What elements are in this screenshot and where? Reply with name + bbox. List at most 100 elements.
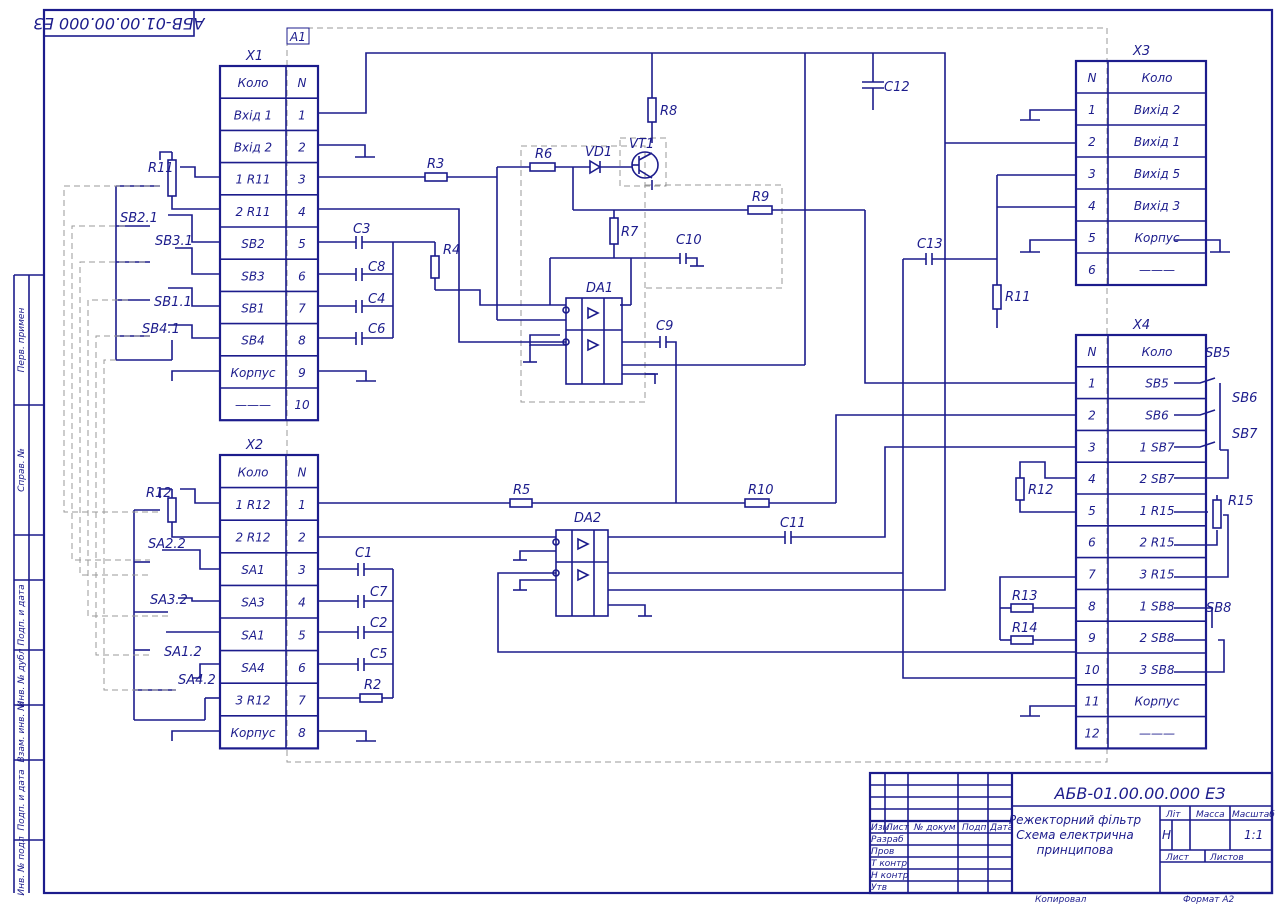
x1-cell: 3 — [298, 173, 306, 187]
strip-label-7: Инв. № подл — [17, 836, 27, 895]
mass-head: Масса — [1196, 810, 1225, 820]
x1-cell: 5 — [298, 237, 306, 251]
x4-cell: Коло — [1142, 345, 1173, 359]
label-r13: R13 — [1012, 589, 1038, 604]
sheet-label: Лист — [1165, 853, 1190, 863]
schematic-sheet: АБВ-01.00.00.000 ЕЗ Перв. примен Справ. … — [13, 8, 1275, 905]
doc-code: АБВ-01.00.00.000 ЕЗ — [1054, 784, 1226, 803]
role-razrab: Разраб — [871, 835, 904, 845]
connector-tables: X1 Коло N Вхід 1 1 Вхід 2 2 1 R11 3 2 R11 4 SB2 5 SB3… — [218, 44, 1208, 750]
x1-cell: 8 — [298, 334, 306, 348]
lit-head: Літ — [1165, 810, 1181, 820]
label-c2: C2 — [370, 616, 387, 631]
x2-title: X2 — [245, 438, 263, 453]
x1-cell: 2 — [298, 141, 306, 155]
x1-cell: Вхід 1 — [234, 108, 272, 122]
x1-cell: N — [298, 76, 307, 90]
label-c9: C9 — [656, 319, 673, 334]
copied-label: Копировал — [1035, 895, 1087, 905]
x4-cell: 2 R15 — [1139, 536, 1174, 550]
x1-cell: SB4 — [241, 334, 264, 348]
x3-cell: Вихід 5 — [1134, 167, 1180, 181]
label-r12: R12 — [146, 486, 172, 501]
x3-title: X3 — [1132, 44, 1150, 59]
label-sb21: SB2.1 — [120, 211, 158, 226]
x4-cell: 6 — [1088, 536, 1096, 550]
x3-cell: Вихід 3 — [1134, 199, 1180, 213]
x3-cell: ——— — [1139, 263, 1175, 277]
doc-name-2: Схема електрична — [1016, 828, 1133, 842]
strip-label-2: Справ. № — [17, 448, 27, 492]
label-c6: C6 — [368, 322, 385, 337]
label-r9: R9 — [752, 190, 769, 205]
x4-cell: 8 — [1088, 599, 1096, 613]
x1-cell: 9 — [298, 366, 306, 380]
x1-cell: SB1 — [241, 302, 264, 316]
x3-cell: 2 — [1088, 135, 1096, 149]
x1-cell: 1 — [298, 108, 306, 122]
format-label: Формат А2 — [1183, 895, 1235, 905]
x3-cell: 1 — [1088, 103, 1096, 117]
resistors — [167, 97, 1222, 703]
x2-cell: SA3 — [241, 596, 264, 610]
label-sa22: SA2.2 — [148, 537, 186, 552]
x3-cell: Коло — [1142, 71, 1173, 85]
da1-opamp — [562, 297, 623, 385]
x2-cell: Коло — [238, 465, 269, 479]
da2-opamp — [552, 529, 609, 617]
da1-enclosure — [520, 145, 646, 403]
title-block: АБВ-01.00.00.000 ЕЗ Режекторний фільтр С… — [868, 771, 1275, 895]
x3-cell: Вихід 2 — [1134, 103, 1180, 117]
label-sb31: SB3.1 — [155, 234, 193, 249]
label-sa42: SA4.2 — [178, 673, 216, 688]
label-sa12: SA1.2 — [164, 645, 202, 660]
x2-cell: 6 — [298, 661, 306, 675]
x3-table: X3 N Коло 1 Вихід 2 2 Вихід 1 3 Вихід 5 4 Вихід 3 5… — [1074, 44, 1208, 287]
label-sb41: SB4.1 — [142, 322, 180, 337]
label-da1: DA1 — [586, 281, 613, 296]
x2-cell: 2 R12 — [235, 531, 270, 545]
label-r7: R7 — [621, 225, 639, 240]
x3-cell: 3 — [1088, 167, 1096, 181]
x1-title: X1 — [245, 49, 263, 64]
x4-cell: 5 — [1088, 504, 1096, 518]
label-c8: C8 — [368, 260, 385, 275]
x3-cell: 4 — [1088, 199, 1096, 213]
x3-cell: 6 — [1088, 263, 1096, 277]
col-head-podp: Подп — [962, 823, 986, 833]
x4-cell: 9 — [1088, 631, 1096, 645]
x4-cell: 1 R15 — [1139, 504, 1174, 518]
x3-cell: N — [1088, 71, 1097, 85]
x4-cell: 3 SB8 — [1140, 663, 1175, 677]
label-r10: R10 — [748, 483, 774, 498]
lit-value: Н — [1162, 828, 1171, 842]
label-vt1: VT1 — [629, 137, 654, 152]
label-r5: R5 — [513, 483, 530, 498]
x1-cell: 1 R11 — [235, 173, 270, 187]
x4-cell: N — [1088, 345, 1097, 359]
x4-cell: Корпус — [1134, 695, 1179, 709]
x2-cell: 3 R12 — [235, 694, 270, 708]
label-r8: R8 — [660, 104, 677, 119]
x4-cell: SB6 — [1145, 409, 1169, 423]
label-sb11: SB1.1 — [154, 295, 192, 310]
label-c13: C13 — [917, 237, 943, 252]
label-c7: C7 — [370, 585, 388, 600]
role-nkontr: Н контр — [871, 871, 909, 881]
label-c4: C4 — [368, 292, 385, 307]
col-head-date: Дата — [989, 823, 1013, 833]
role-utv: Утв — [871, 883, 887, 893]
strip-label-5: Взам. инв. № — [17, 701, 27, 762]
sheets-label: Листов — [1209, 853, 1244, 863]
doc-name-3: принципова — [1037, 843, 1114, 857]
x3-cell: Вихід 1 — [1134, 135, 1180, 149]
wiring — [115, 52, 1230, 742]
x4-cell: 2 SB8 — [1140, 631, 1175, 645]
x2-cell: N — [298, 465, 307, 479]
x4-cell: 3 R15 — [1139, 568, 1174, 582]
x2-cell: 4 — [298, 596, 306, 610]
x1-cell: SB2 — [241, 237, 264, 251]
label-c12: C12 — [884, 80, 910, 95]
label-r11: R11 — [148, 161, 174, 176]
label-sb7: SB7 — [1232, 427, 1258, 442]
